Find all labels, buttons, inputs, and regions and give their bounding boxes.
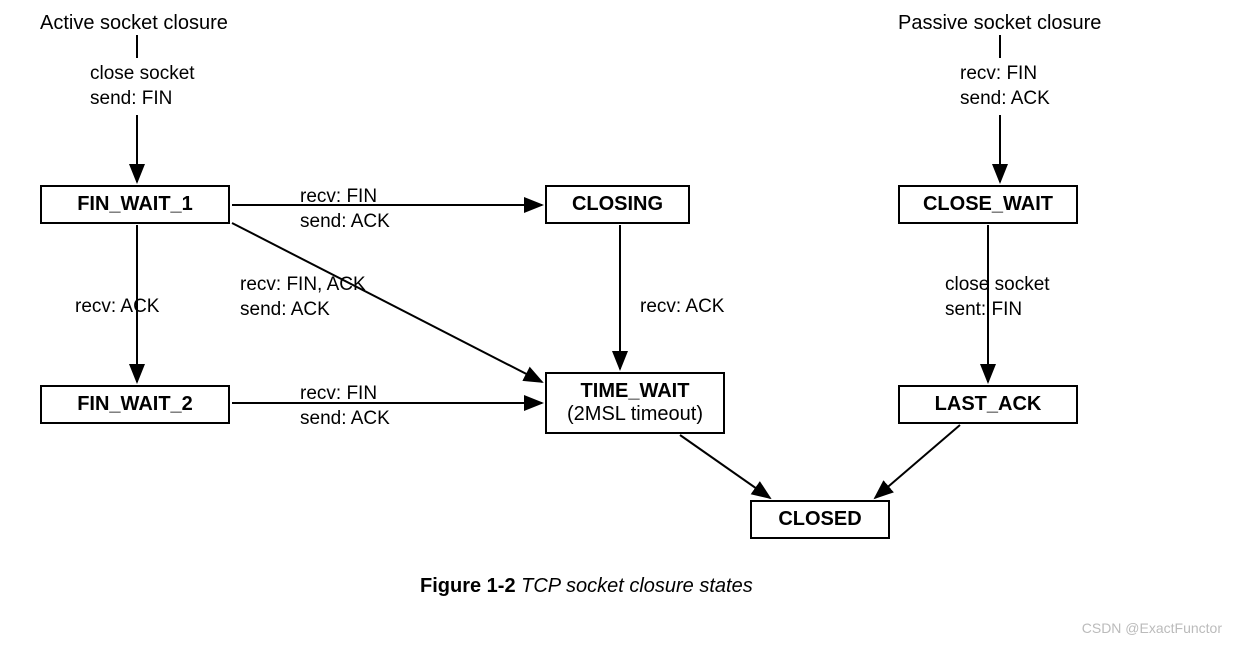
state-fin-wait-2: FIN_WAIT_2	[40, 385, 230, 424]
edge-text: close socket	[90, 63, 195, 84]
edge-text: send: ACK	[300, 408, 390, 429]
edge-fw1-to-tw: recv: FIN, ACK send: ACK	[240, 273, 366, 322]
caption-italic: TCP socket closure states	[521, 575, 753, 597]
state-last-ack: LAST_ACK	[898, 385, 1078, 424]
state-label: CLOSE_WAIT	[923, 193, 1053, 215]
state-time-wait: TIME_WAIT (2MSL timeout)	[545, 372, 725, 434]
state-label: LAST_ACK	[935, 393, 1042, 415]
edge-text: recv: FIN	[960, 63, 1037, 84]
state-fin-wait-1: FIN_WAIT_1	[40, 185, 230, 224]
edge-fw2-to-tw: recv: FIN send: ACK	[300, 382, 390, 431]
edge-text: close socket	[945, 274, 1050, 295]
edge-fw1-to-fw2: recv: ACK	[75, 295, 159, 320]
edge-passive-start: recv: FIN send: ACK	[960, 62, 1050, 111]
edge-text: send: FIN	[90, 88, 172, 109]
state-label: TIME_WAIT	[581, 380, 690, 402]
edge-text: recv: FIN, ACK	[240, 274, 366, 295]
edge-text: send: ACK	[240, 299, 330, 320]
state-close-wait: CLOSE_WAIT	[898, 185, 1078, 224]
edge-active-start: close socket send: FIN	[90, 62, 195, 111]
edge-text: recv: ACK	[75, 296, 159, 317]
edge-text: sent: FIN	[945, 299, 1022, 320]
state-label: FIN_WAIT_1	[77, 193, 193, 215]
watermark: CSDN @ExactFunctor	[1082, 620, 1222, 636]
caption-bold: Figure 1-2	[420, 575, 516, 597]
edge-text: recv: FIN	[300, 383, 377, 404]
edge-cw-to-la: close socket sent: FIN	[945, 273, 1050, 322]
state-closing: CLOSING	[545, 185, 690, 224]
edge-fw1-to-closing: recv: FIN send: ACK	[300, 185, 390, 234]
state-sublabel: (2MSL timeout)	[567, 403, 703, 425]
state-label: FIN_WAIT_2	[77, 393, 193, 415]
figure-caption: Figure 1-2 TCP socket closure states	[420, 575, 753, 598]
edge-text: send: ACK	[960, 88, 1050, 109]
edge-closing-to-tw: recv: ACK	[640, 295, 724, 320]
edge-text: recv: ACK	[640, 296, 724, 317]
state-label: CLOSED	[778, 508, 861, 530]
passive-closure-header: Passive socket closure	[898, 12, 1101, 35]
edge-text: recv: FIN	[300, 186, 377, 207]
edge-text: send: ACK	[300, 211, 390, 232]
active-closure-header: Active socket closure	[40, 12, 228, 35]
state-closed: CLOSED	[750, 500, 890, 539]
state-label: CLOSING	[572, 193, 663, 215]
